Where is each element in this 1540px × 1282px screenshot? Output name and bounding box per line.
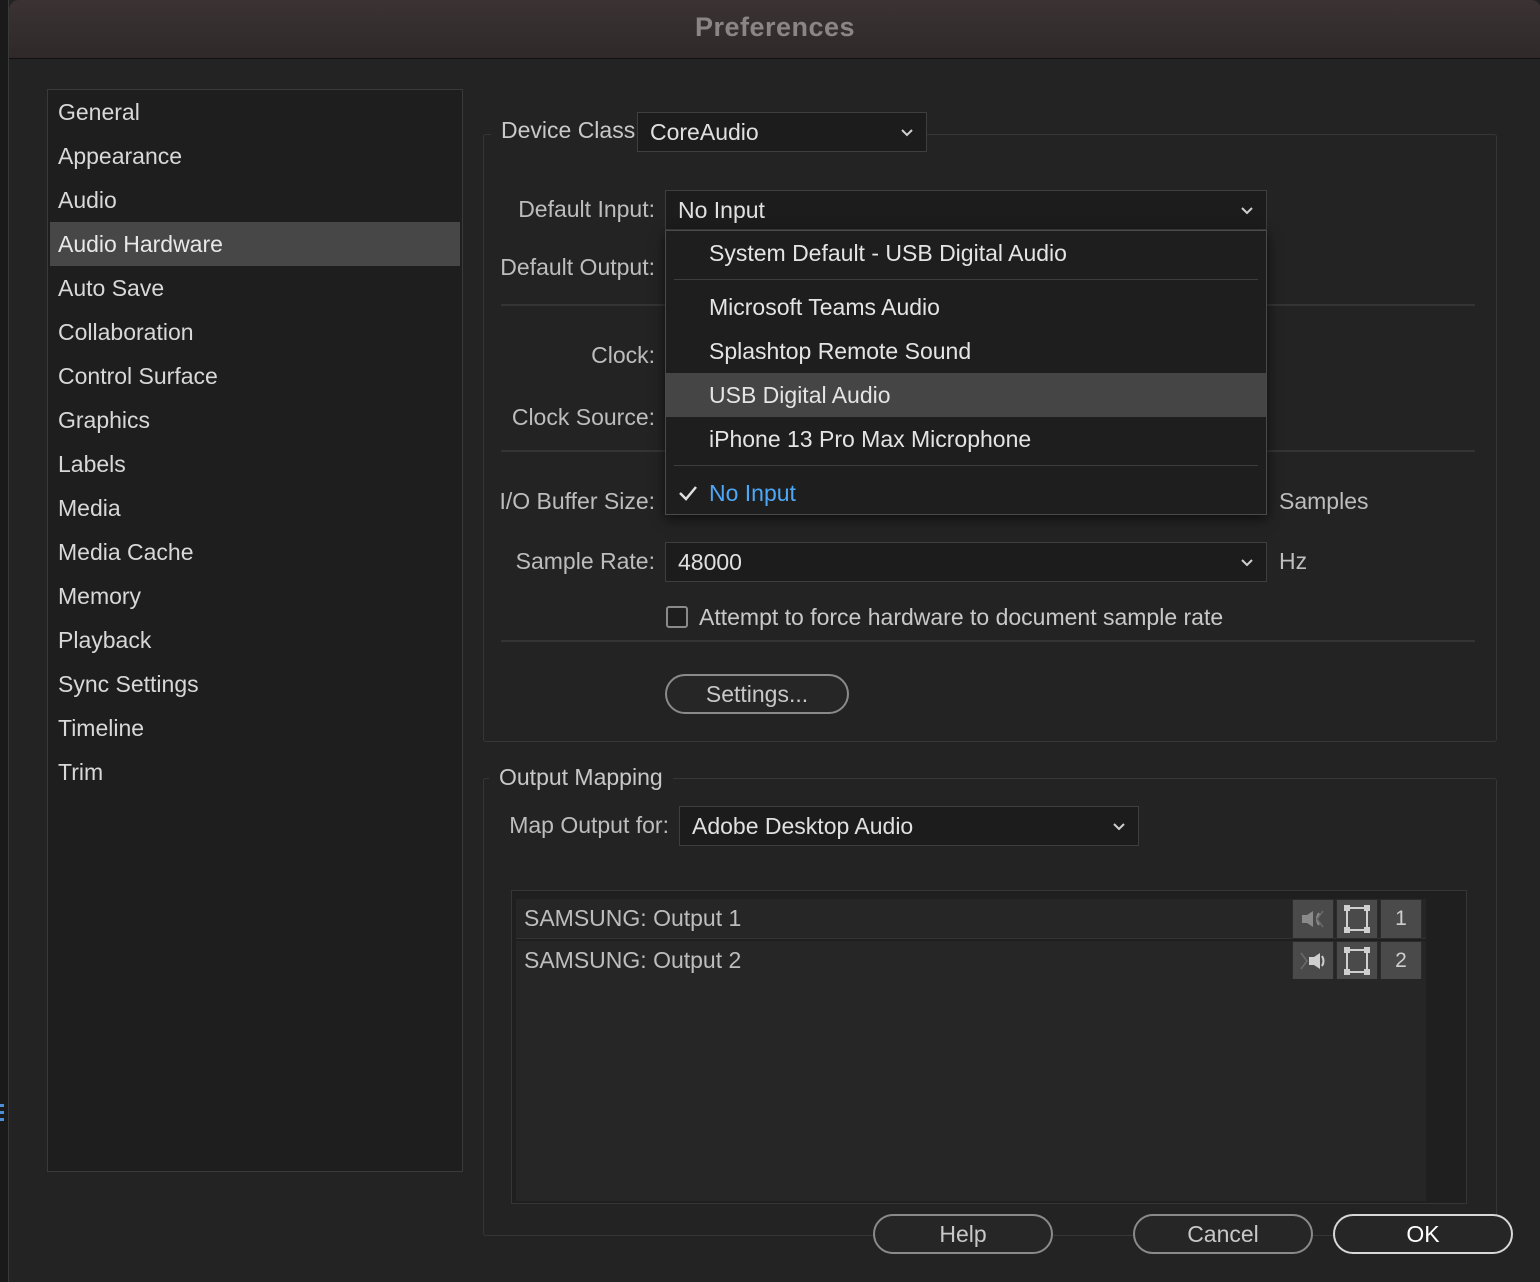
sidebar-item-labels[interactable]: Labels bbox=[50, 442, 460, 486]
preferences-window: Preferences General Appearance Audio Aud… bbox=[8, 0, 1540, 1282]
title-bar[interactable]: Preferences bbox=[9, 0, 1540, 59]
chevron-down-icon bbox=[1241, 559, 1253, 567]
io-buffer-label: I/O Buffer Size: bbox=[499, 488, 655, 514]
cancel-button[interactable]: Cancel bbox=[1133, 1214, 1313, 1254]
dropdown-item[interactable]: iPhone 13 Pro Max Microphone bbox=[666, 417, 1266, 461]
dropdown-separator bbox=[674, 279, 1258, 280]
output-mapping-list: SAMSUNG: Output 1 1 SAMSUNG: Output 2 2 bbox=[511, 890, 1467, 1204]
ok-button[interactable]: OK bbox=[1333, 1214, 1513, 1254]
sidebar-item-audio-hardware[interactable]: Audio Hardware bbox=[50, 222, 460, 266]
sidebar-item-memory[interactable]: Memory bbox=[50, 574, 460, 618]
category-sidebar: General Appearance Audio Audio Hardware … bbox=[47, 89, 463, 1172]
bracket-icon bbox=[1336, 941, 1378, 981]
sidebar-item-auto-save[interactable]: Auto Save bbox=[50, 266, 460, 310]
io-buffer-unit: Samples bbox=[1279, 488, 1369, 514]
settings-button[interactable]: Settings... bbox=[665, 674, 849, 714]
sidebar-item-sync-settings[interactable]: Sync Settings bbox=[50, 662, 460, 706]
checkmark-icon bbox=[679, 486, 697, 501]
sample-rate-label: Sample Rate: bbox=[515, 548, 655, 574]
speaker-right-icon bbox=[1292, 941, 1334, 981]
chevron-down-icon bbox=[901, 129, 913, 137]
map-output-for-value: Adobe Desktop Audio bbox=[692, 813, 914, 839]
mapping-list-empty-area bbox=[516, 979, 1426, 1201]
channel-number[interactable]: 1 bbox=[1380, 899, 1422, 939]
channel-number[interactable]: 2 bbox=[1380, 941, 1422, 981]
sidebar-item-trim[interactable]: Trim bbox=[50, 750, 460, 794]
map-output-for-select[interactable]: Adobe Desktop Audio bbox=[679, 806, 1139, 846]
mapping-row-label: SAMSUNG: Output 1 bbox=[524, 905, 742, 931]
default-output-label: Default Output: bbox=[500, 254, 655, 280]
device-class-select[interactable]: CoreAudio bbox=[637, 112, 927, 152]
default-input-dropdown-menu: System Default - USB Digital Audio Micro… bbox=[665, 230, 1267, 515]
map-output-for-label: Map Output for: bbox=[509, 812, 669, 838]
default-input-label: Default Input: bbox=[518, 196, 655, 222]
device-class-label: Device Class: bbox=[491, 117, 652, 144]
sidebar-item-appearance[interactable]: Appearance bbox=[50, 134, 460, 178]
window-title: Preferences bbox=[694, 12, 856, 42]
sidebar-item-audio[interactable]: Audio bbox=[50, 178, 460, 222]
force-sample-rate-checkbox[interactable] bbox=[666, 606, 688, 628]
sidebar-item-media-cache[interactable]: Media Cache bbox=[50, 530, 460, 574]
mapping-row[interactable]: SAMSUNG: Output 1 1 bbox=[516, 899, 1426, 939]
default-input-select[interactable]: No Input bbox=[665, 190, 1267, 230]
sidebar-item-timeline[interactable]: Timeline bbox=[50, 706, 460, 750]
mapping-row[interactable]: SAMSUNG: Output 2 2 bbox=[516, 941, 1426, 981]
sidebar-item-playback[interactable]: Playback bbox=[50, 618, 460, 662]
sample-rate-unit: Hz bbox=[1279, 548, 1308, 574]
force-sample-rate-label[interactable]: Attempt to force hardware to document sa… bbox=[699, 604, 1223, 631]
default-input-value: No Input bbox=[678, 197, 765, 223]
help-button[interactable]: Help bbox=[873, 1214, 1053, 1254]
clock-source-label: Clock Source: bbox=[511, 404, 655, 430]
speaker-left-icon bbox=[1292, 899, 1334, 939]
sample-rate-select[interactable]: 48000 bbox=[665, 542, 1267, 582]
chevron-down-icon bbox=[1241, 207, 1253, 215]
separator bbox=[501, 640, 1475, 642]
sidebar-item-graphics[interactable]: Graphics bbox=[50, 398, 460, 442]
mapping-row-label: SAMSUNG: Output 2 bbox=[524, 947, 742, 973]
sample-rate-value: 48000 bbox=[678, 549, 742, 575]
output-mapping-legend: Output Mapping bbox=[489, 764, 673, 791]
dropdown-item[interactable]: Splashtop Remote Sound bbox=[666, 329, 1266, 373]
sidebar-item-control-surface[interactable]: Control Surface bbox=[50, 354, 460, 398]
dropdown-item-hovered[interactable]: USB Digital Audio bbox=[666, 373, 1266, 417]
dropdown-item-label: No Input bbox=[709, 480, 796, 506]
sidebar-item-media[interactable]: Media bbox=[50, 486, 460, 530]
dropdown-item[interactable]: System Default - USB Digital Audio bbox=[666, 231, 1266, 275]
sidebar-item-general[interactable]: General bbox=[50, 90, 460, 134]
device-class-value: CoreAudio bbox=[650, 119, 759, 145]
clock-label: Clock: bbox=[591, 342, 655, 368]
chevron-down-icon bbox=[1113, 823, 1125, 831]
sidebar-item-collaboration[interactable]: Collaboration bbox=[50, 310, 460, 354]
dropdown-separator bbox=[674, 465, 1258, 466]
dropdown-item-selected[interactable]: No Input bbox=[666, 471, 1266, 515]
dropdown-item[interactable]: Microsoft Teams Audio bbox=[666, 285, 1266, 329]
bracket-icon bbox=[1336, 899, 1378, 939]
window-edge-marks bbox=[0, 1100, 6, 1180]
